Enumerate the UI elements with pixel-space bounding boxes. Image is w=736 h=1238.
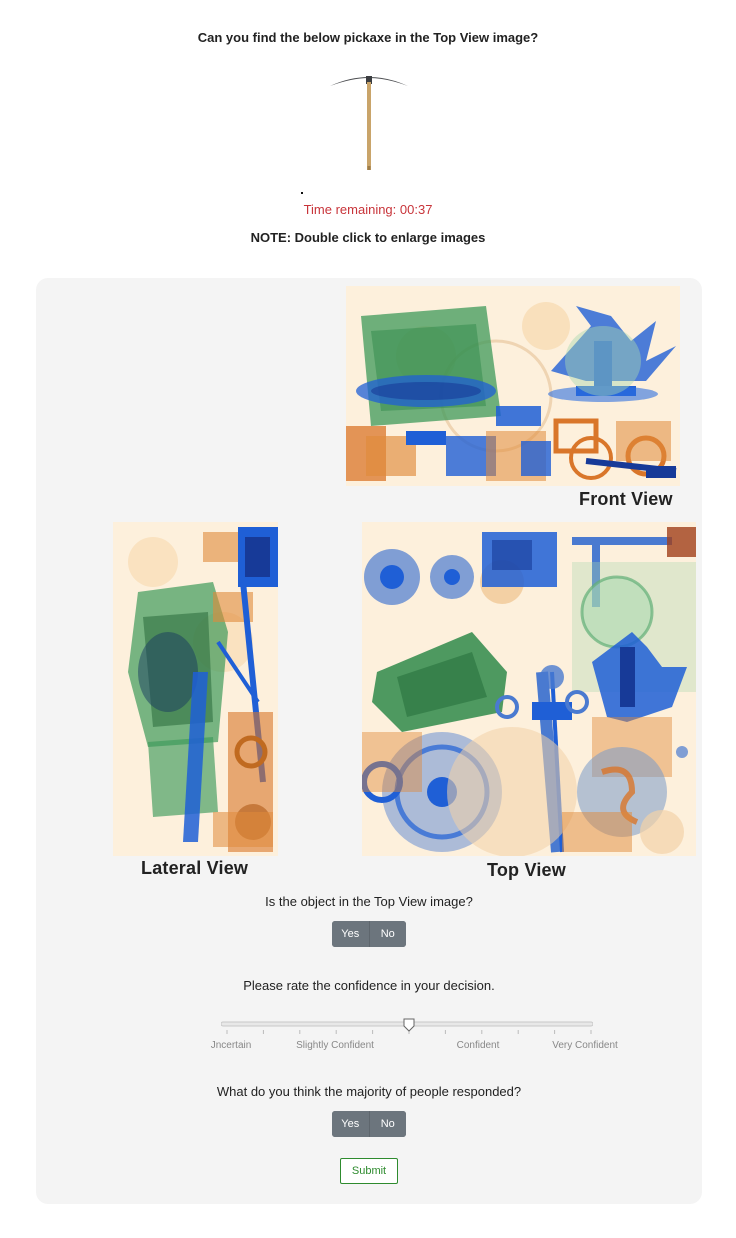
front-view-image[interactable] <box>346 286 680 486</box>
confidence-slider-thumb <box>403 1018 415 1032</box>
submit-button[interactable]: Submit <box>340 1158 398 1184</box>
enlarge-note: NOTE: Double click to enlarge images <box>250 230 486 245</box>
lateral-view-image[interactable] <box>113 522 278 856</box>
time-remaining: Time remaining: 00:37 <box>303 202 433 217</box>
pickaxe-target-image[interactable] <box>326 68 412 174</box>
top-view-image[interactable] <box>362 522 696 856</box>
object-question: Is the object in the Top View image? <box>265 894 473 909</box>
object-yes-button[interactable]: Yes <box>332 921 369 947</box>
confidence-label-very: Very Confident <box>552 1040 618 1051</box>
object-no-button[interactable]: No <box>368 921 406 947</box>
top-view-label: Top View <box>487 860 566 880</box>
majority-question: What do you think the majority of people… <box>216 1084 522 1099</box>
confidence-slider[interactable]: Jncertain Slightly Confident Confident V… <box>211 1018 618 1058</box>
object-answer-group: Yes No <box>332 921 406 947</box>
confidence-slider-track[interactable] <box>220 1018 594 1040</box>
confidence-label-uncertain: Jncertain <box>210 1040 252 1051</box>
confidence-question: Please rate the confidence in your decis… <box>243 978 495 993</box>
question-panel: Front View Lateral View Top View Is the … <box>36 278 702 1204</box>
majority-answer-group: Yes No <box>332 1111 406 1137</box>
majority-no-button[interactable]: No <box>368 1111 406 1137</box>
front-view-label: Front View <box>579 489 673 509</box>
confidence-label-slightly: Slightly Confident <box>296 1040 374 1051</box>
confidence-label-confident: Confident <box>456 1040 500 1051</box>
lateral-view-label: Lateral View <box>141 858 249 878</box>
prompt-text: Can you find the below pickaxe in the To… <box>197 30 539 45</box>
majority-yes-button[interactable]: Yes <box>332 1111 369 1137</box>
cursor-dot <box>301 192 303 194</box>
